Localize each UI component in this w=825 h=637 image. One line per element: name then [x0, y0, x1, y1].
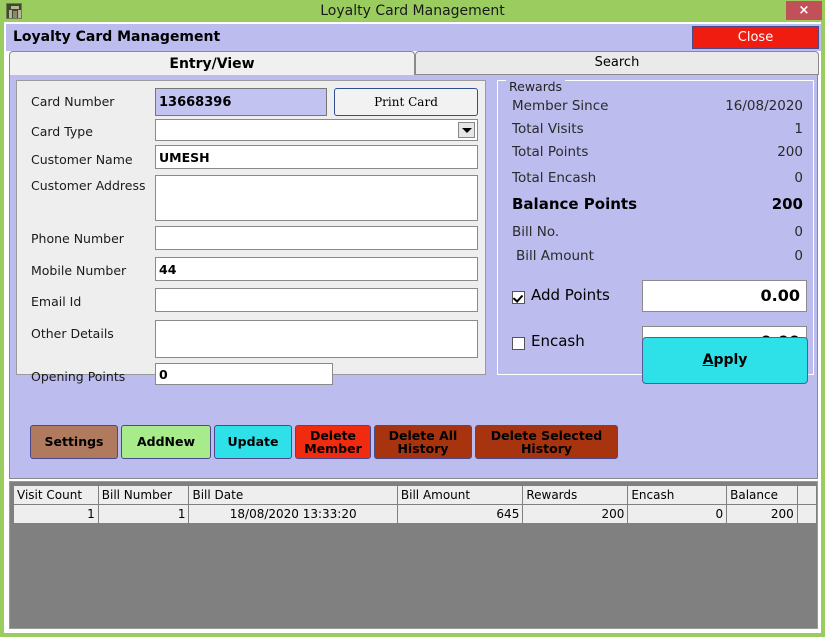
- history-grid[interactable]: Visit Count Bill Number Bill Date Bill Amou…: [9, 481, 818, 629]
- phone-number-input[interactable]: [155, 226, 478, 250]
- table-cell[interactable]: 200: [726, 504, 798, 524]
- delete-selected-history-button[interactable]: Delete Selected History: [475, 425, 618, 459]
- card-number-input[interactable]: 13668396: [155, 88, 327, 116]
- reward-label: Balance Points: [512, 195, 638, 213]
- table-cell[interactable]: [796, 504, 817, 524]
- reward-value: 0: [794, 170, 803, 186]
- history-table: Visit Count Bill Number Bill Date Bill Amou…: [13, 485, 817, 524]
- reward-value: 16/08/2020: [725, 98, 803, 114]
- column-header[interactable]: Bill Amount: [396, 485, 524, 505]
- add-points-label: Add Points: [531, 286, 610, 304]
- column-header[interactable]: Bill Number: [97, 485, 190, 505]
- client-area: Loyalty Card Management Close Entry/View…: [4, 22, 821, 633]
- column-header[interactable]: Visit Count: [13, 485, 99, 505]
- reward-row-member-since: Member Since 16/08/2020: [498, 98, 813, 118]
- reward-value: 200: [777, 144, 803, 160]
- reward-value: 1: [794, 121, 803, 137]
- label-card-type: Card Type: [31, 124, 93, 139]
- table-body: 1 1 18/08/2020 13:33:20 645 200 0 200: [13, 504, 817, 524]
- reward-label: Bill No.: [512, 224, 560, 240]
- reward-label: Total Encash: [512, 170, 597, 186]
- reward-row-total-encash: Total Encash 0: [498, 170, 813, 190]
- window-title: Loyalty Card Management: [320, 3, 505, 19]
- title-bar: Loyalty Card Management ×: [0, 0, 825, 22]
- print-card-button[interactable]: Print Card: [334, 88, 478, 116]
- label-opening-points: Opening Points: [31, 369, 126, 384]
- encash-label: Encash: [531, 332, 585, 350]
- column-header[interactable]: Rewards: [522, 485, 629, 505]
- close-button[interactable]: Close: [692, 26, 819, 49]
- reward-label: Bill Amount: [516, 248, 594, 264]
- column-header[interactable]: Balance: [726, 485, 798, 505]
- mobile-number-input[interactable]: 44: [155, 257, 478, 281]
- table-cell[interactable]: 18/08/2020 13:33:20: [188, 504, 398, 524]
- tab-page-entry-view: Card Number 13668396 Print Card Card Typ…: [9, 74, 818, 479]
- card-type-value: [158, 122, 453, 139]
- reward-label: Total Points: [512, 144, 589, 160]
- reward-row-balance-points: Balance Points 200: [498, 195, 813, 215]
- customer-name-input[interactable]: UMESH: [155, 145, 478, 169]
- label-email-id: Email Id: [31, 294, 82, 309]
- apply-label-rest: pply: [713, 352, 748, 368]
- tab-search[interactable]: Search: [415, 51, 819, 75]
- table-cell[interactable]: 1: [97, 504, 190, 524]
- add-points-checkbox[interactable]: [512, 291, 525, 304]
- reward-label: Member Since: [512, 98, 609, 114]
- card-type-select[interactable]: [155, 119, 478, 141]
- label-other-details: Other Details: [31, 326, 114, 341]
- addnew-button[interactable]: AddNew: [121, 425, 211, 459]
- delete-member-button[interactable]: Delete Member: [295, 425, 371, 459]
- column-header[interactable]: Encash: [627, 485, 728, 505]
- chevron-down-icon[interactable]: [458, 122, 475, 138]
- reward-row-total-visits: Total Visits 1: [498, 121, 813, 141]
- label-card-number: Card Number: [31, 94, 115, 109]
- table-cell[interactable]: 0: [627, 504, 728, 524]
- column-header[interactable]: [796, 485, 817, 505]
- label-customer-address: Customer Address: [31, 178, 146, 193]
- form-header: Loyalty Card Management Close: [6, 24, 821, 51]
- rewards-legend: Rewards: [506, 79, 566, 94]
- application-window: Loyalty Card Management × Loyalty Card M…: [0, 0, 825, 637]
- label-mobile-number: Mobile Number: [31, 263, 127, 278]
- settings-button[interactable]: Settings: [30, 425, 118, 459]
- table-row[interactable]: 1 1 18/08/2020 13:33:20 645 200 0 200: [13, 504, 817, 524]
- reward-row-bill-amount: Bill Amount 0: [498, 248, 813, 268]
- tab-strip: Entry/View Search: [6, 51, 821, 75]
- table-cell[interactable]: 200: [522, 504, 629, 524]
- tab-entry-view[interactable]: Entry/View: [9, 51, 415, 75]
- reward-row-bill-no: Bill No. 0: [498, 224, 813, 244]
- column-header[interactable]: Bill Date: [188, 485, 398, 505]
- reward-value: 0: [794, 248, 803, 264]
- reward-value: 200: [771, 195, 803, 213]
- add-points-amount-input[interactable]: 0.00: [642, 280, 807, 312]
- update-button[interactable]: Update: [214, 425, 292, 459]
- other-details-input[interactable]: [155, 320, 478, 358]
- table-header-row: Visit Count Bill Number Bill Date Bill Amou…: [13, 485, 817, 505]
- table-cell[interactable]: 1: [13, 504, 99, 524]
- reward-row-total-points: Total Points 200: [498, 144, 813, 164]
- table-cell[interactable]: 645: [396, 504, 524, 524]
- reward-value: 0: [794, 224, 803, 240]
- label-phone-number: Phone Number: [31, 231, 124, 246]
- apply-accelerator: A: [702, 352, 714, 368]
- rewards-panel: Rewards Member Since 16/08/2020 Total Vi…: [497, 79, 814, 384]
- opening-points-input[interactable]: 0: [155, 363, 333, 385]
- page-title: Loyalty Card Management: [13, 29, 221, 45]
- customer-form-panel: Card Number 13668396 Print Card Card Typ…: [16, 80, 486, 385]
- encash-checkbox[interactable]: [512, 337, 525, 350]
- email-id-input[interactable]: [155, 288, 478, 312]
- apply-button[interactable]: Apply: [642, 337, 808, 384]
- delete-all-history-button[interactable]: Delete All History: [374, 425, 472, 459]
- titlebar-close-icon[interactable]: ×: [786, 1, 822, 20]
- reward-label: Total Visits: [512, 121, 584, 137]
- customer-address-input[interactable]: [155, 175, 478, 221]
- apply-button-label: Apply: [703, 352, 748, 368]
- label-customer-name: Customer Name: [31, 152, 133, 167]
